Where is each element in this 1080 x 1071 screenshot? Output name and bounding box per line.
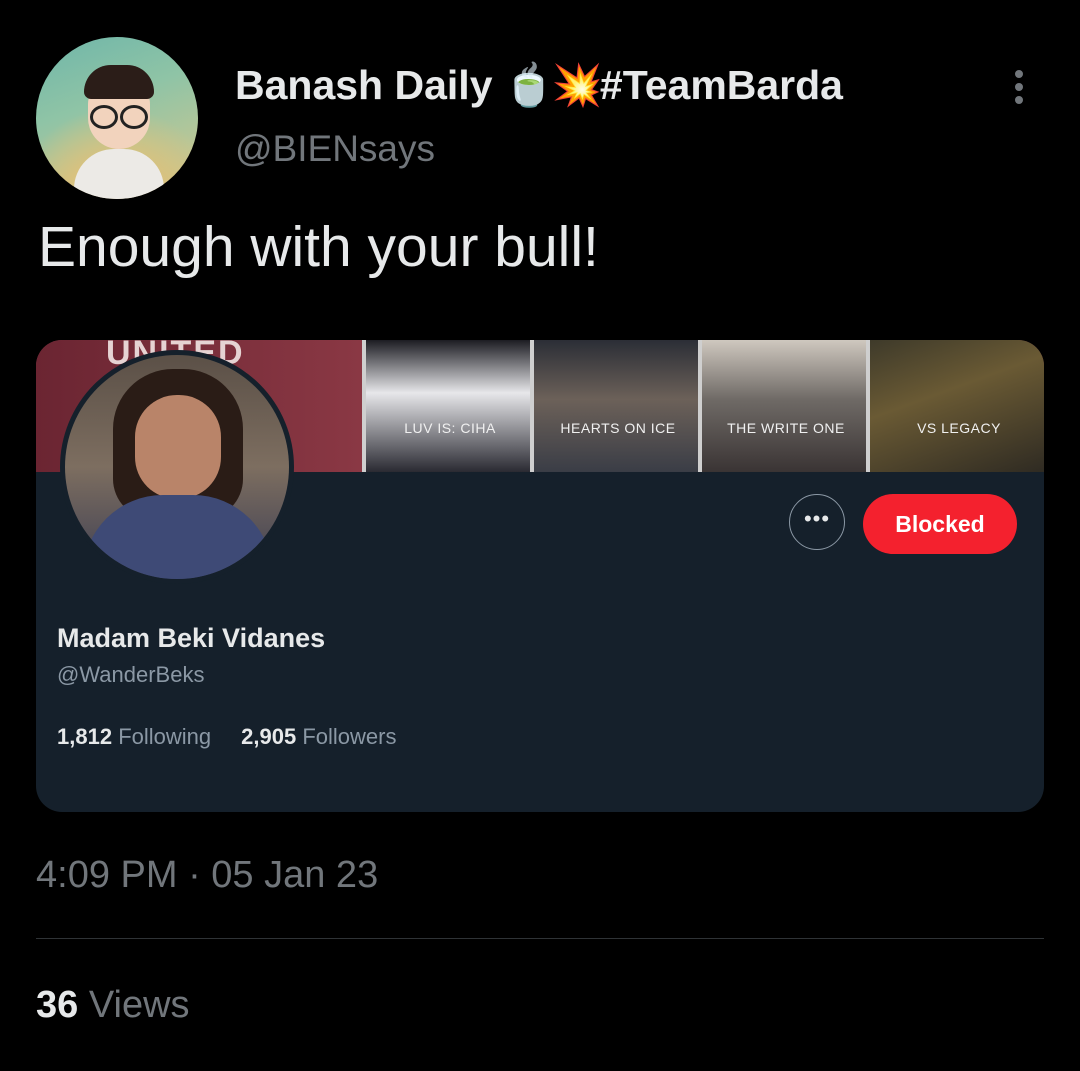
profile-name[interactable]: Madam Beki Vidanes	[57, 623, 325, 654]
followers-link[interactable]: 2,905 Followers	[241, 724, 396, 749]
more-vertical-icon[interactable]	[1004, 66, 1034, 106]
banner-tile: VS LEGACY	[866, 340, 1044, 472]
blocked-button[interactable]: Blocked	[863, 494, 1017, 554]
followers-count: 2,905	[241, 724, 297, 749]
profile-stats: 1,812 Following 2,905 Followers	[57, 724, 396, 750]
avatar-hair	[84, 65, 154, 99]
views-count[interactable]: 36 Views	[36, 984, 190, 1027]
banner-tile: THE WRITE ONE	[698, 340, 870, 472]
followers-label: Followers	[302, 724, 397, 749]
banner-tile: LUV IS: CIHA	[362, 340, 534, 472]
banner-tile-label: VS LEGACY	[917, 420, 1001, 436]
author-name-text: Banash Daily	[235, 62, 493, 108]
avatar-shirt	[74, 149, 164, 199]
following-label: Following	[118, 724, 212, 749]
profile-handle[interactable]: @WanderBeks	[57, 662, 204, 688]
author-avatar[interactable]	[36, 37, 198, 199]
banner-tile-label: HEARTS ON ICE	[560, 420, 676, 436]
author-name-hashtag: #TeamBarda	[599, 62, 843, 108]
profile-avatar-image	[65, 355, 289, 579]
author-handle[interactable]: @BIENsays	[235, 128, 435, 170]
following-count: 1,812	[57, 724, 113, 749]
more-button-dots: •••	[803, 506, 831, 531]
following-link[interactable]: 1,812 Following	[57, 724, 211, 749]
banner-tile-label: LUV IS: CIHA	[404, 420, 496, 436]
tweet-timestamp[interactable]: 4:09 PM · 05 Jan 23	[36, 854, 378, 897]
avatar-glasses-left	[90, 105, 118, 129]
banner-tile-label: THE WRITE ONE	[727, 420, 845, 436]
more-horizontal-icon[interactable]: •••	[789, 494, 845, 550]
banner-tile: HEARTS ON ICE	[530, 340, 702, 472]
profile-avatar-jacket	[83, 495, 273, 579]
collision-emoji: 💥	[551, 62, 603, 108]
profile-card[interactable]: UNITED LUV IS: CIHA HEARTS ON ICE THE WR…	[36, 340, 1044, 812]
author-display-name[interactable]: Banash Daily 🍵💥#TeamBarda	[235, 62, 843, 110]
avatar-glasses-right	[120, 105, 148, 129]
divider	[36, 938, 1044, 939]
views-label: Views	[88, 984, 190, 1026]
views-number: 36	[36, 984, 79, 1026]
tea-emoji: 🍵	[503, 62, 555, 108]
tweet-text: Enough with your bull!	[38, 215, 599, 279]
profile-avatar-face	[135, 395, 221, 499]
profile-avatar[interactable]	[60, 350, 294, 584]
